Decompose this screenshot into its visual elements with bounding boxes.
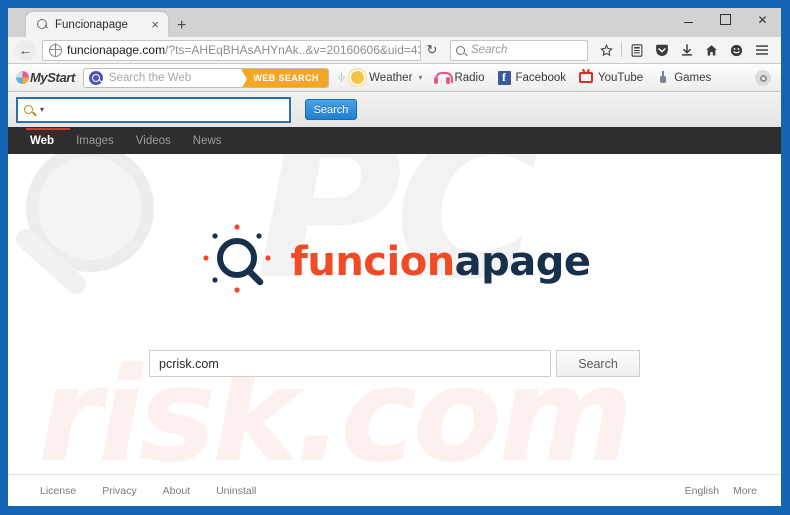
url-host: funcionapage.com [67,43,166,57]
site-logo: funcionapage [8,220,781,304]
globe-icon [48,43,62,57]
footer-link-about[interactable]: About [163,485,190,497]
mystart-toolbar: MyStart Search the Web WEB SEARCH ‹|› We… [8,64,781,92]
reload-icon[interactable]: ↻ [421,42,443,58]
mystart-brand-label: MyStart [30,70,75,85]
footer-language-selector[interactable]: English [685,485,719,497]
chevron-down-icon[interactable]: ▾ [418,73,422,82]
toolbar-item-facebook[interactable]: f Facebook [497,70,567,85]
logo-wordmark: funcionapage [290,239,591,285]
mystart-mark-icon [16,71,29,84]
tab-videos[interactable]: Videos [136,135,171,147]
minimize-button[interactable] [670,8,707,31]
footer-link-privacy[interactable]: Privacy [102,485,136,497]
logo-text-second: apage [454,239,591,285]
headphones-icon [434,72,454,84]
mystart-logo[interactable]: MyStart [16,70,75,85]
tab-images[interactable]: Images [76,135,114,147]
web-search-button[interactable]: WEB SEARCH [241,68,328,87]
footer-link-license[interactable]: License [40,485,76,497]
mystart-search[interactable]: Search the Web WEB SEARCH [82,67,329,88]
browser-navigation-bar: ← funcionapage.com /?ts=AHEqBHAsAHYnAk..… [8,37,781,64]
window-controls: ✕ [670,8,781,31]
back-arrow-icon[interactable]: ← [15,39,36,61]
toolbar-item-label: Weather [369,71,413,84]
library-icon[interactable] [624,40,649,61]
secondary-search-input[interactable]: ▾ [16,96,291,123]
browser-window: Funcionapage × + ✕ ← funcionapage.com /?… [8,8,781,506]
secondary-search-bar: ▾ Search [8,92,781,128]
footer-more-link[interactable]: More [733,485,757,497]
mystart-search-placeholder: Search the Web [108,71,192,84]
main-search-row: pcrisk.com Search [8,350,781,377]
footer-links: License Privacy About Uninstall [40,485,671,497]
youtube-icon [579,72,594,83]
browser-frame: Funcionapage × + ✕ ← funcionapage.com /?… [0,0,790,515]
toolbar-item-youtube[interactable]: YouTube [579,72,643,84]
url-path: /?ts=AHEqBHAsAHYnAk..&v=20160606&uid=43A… [165,43,420,57]
tab-title: Funcionapage [55,18,128,31]
address-bar[interactable]: funcionapage.com /?ts=AHEqBHAsAHYnAk..&v… [42,39,421,61]
toolbar-item-radio[interactable]: Radio [434,71,485,84]
facebook-icon: f [497,70,511,85]
page-content: PC risk.com funcionapage pcrisk.com Sear… [8,154,781,506]
sun-icon [351,71,365,84]
maximize-button[interactable] [707,8,744,31]
main-search-input[interactable]: pcrisk.com [149,350,551,377]
hamburger-menu-icon[interactable] [749,40,774,61]
search-icon [456,45,465,55]
gear-icon[interactable] [755,70,771,86]
toolbar-item-label: Games [674,71,712,84]
close-tab-icon[interactable]: × [148,18,162,31]
browser-search-placeholder: Search [471,44,508,56]
tab-web[interactable]: Web [30,135,54,147]
secondary-search-button[interactable]: Search [305,99,357,120]
chevron-down-icon[interactable]: ▾ [40,105,44,114]
toolbar-icons [594,40,774,61]
pocket-icon[interactable] [649,40,674,61]
search-icon [88,70,103,85]
toolbar-item-label: Facebook [515,71,567,84]
joystick-icon [656,71,669,84]
feedback-smiley-icon[interactable] [724,40,749,61]
toolbar-item-label: YouTube [598,71,644,84]
footer-right-links: English More [671,485,757,497]
magnifier-favicon-icon [36,18,49,31]
browser-tab[interactable]: Funcionapage × [26,12,168,37]
title-bar: Funcionapage × + ✕ [8,8,781,37]
close-window-button[interactable]: ✕ [744,8,781,31]
logo-text-first: funcion [290,239,455,285]
toolbar-divider [621,43,622,57]
toolbar-item-label: Radio [454,71,485,84]
home-icon[interactable] [699,40,724,61]
page-footer: License Privacy About Uninstall English … [8,474,781,506]
site-navigation: Web Images Videos News [8,128,781,154]
download-icon[interactable] [674,40,699,61]
new-tab-button[interactable]: + [177,18,186,34]
toolbar-item-weather[interactable]: Weather ▾ [351,71,422,84]
toolbar-divider: ‹|› [337,72,345,83]
bookmark-star-icon[interactable] [594,40,619,61]
main-search-button[interactable]: Search [556,350,640,377]
toolbar-item-games[interactable]: Games [656,71,711,84]
footer-link-uninstall[interactable]: Uninstall [216,485,256,497]
tab-news[interactable]: News [193,135,222,147]
search-icon [24,105,33,114]
logo-magnifier-icon [203,224,272,293]
browser-search-box[interactable]: Search [450,39,588,61]
